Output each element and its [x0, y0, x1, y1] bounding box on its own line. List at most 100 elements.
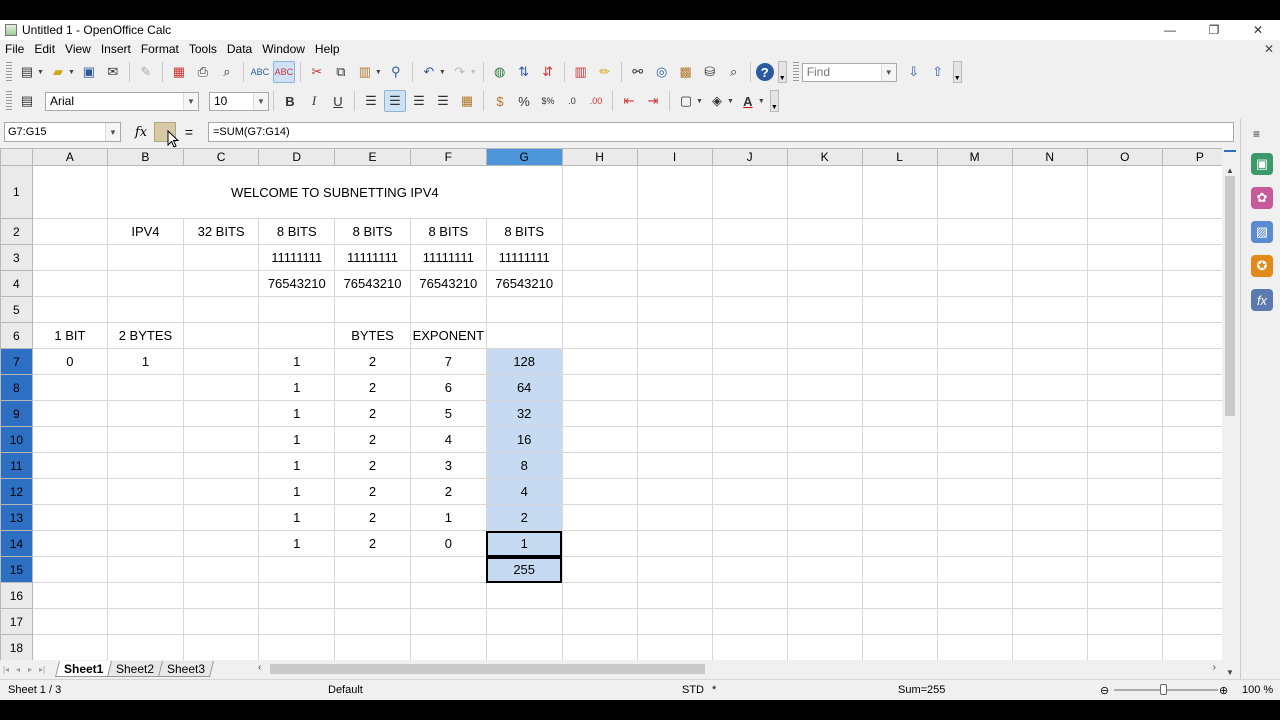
cell-c11[interactable]	[182, 452, 260, 479]
format-toolbar-options-icon[interactable]: ▼	[769, 90, 779, 112]
cell-l16[interactable]	[861, 582, 938, 609]
align-right-icon[interactable]: ☰	[408, 90, 430, 112]
cell-l3[interactable]	[861, 244, 938, 271]
chevron-down-icon[interactable]: ▼	[253, 92, 268, 110]
merge-cells-icon[interactable]: ▦	[456, 90, 478, 112]
background-color-icon[interactable]: ◈	[706, 90, 728, 112]
cell-k16[interactable]	[786, 582, 863, 609]
cell-b2[interactable]: IPV4	[107, 218, 184, 245]
cell-i6[interactable]	[636, 322, 713, 349]
cell-o5[interactable]	[1086, 296, 1163, 323]
cell-l12[interactable]	[861, 478, 938, 505]
cell-a16[interactable]	[31, 582, 109, 609]
cell-b18[interactable]	[107, 634, 184, 661]
copy-icon[interactable]: ⧉	[330, 61, 352, 83]
cell-k17[interactable]	[786, 608, 863, 635]
column-header-j[interactable]: J	[711, 148, 788, 166]
cell-g5[interactable]	[485, 296, 563, 323]
cell-i12[interactable]	[636, 478, 713, 505]
cell-o16[interactable]	[1086, 582, 1163, 609]
cell-k1[interactable]	[786, 165, 863, 219]
gallery-icon[interactable]: ▩	[675, 61, 697, 83]
cell-j11[interactable]	[711, 452, 788, 479]
add-decimal-icon[interactable]: .0	[561, 90, 583, 112]
styles-formatting-icon[interactable]: ▤	[16, 90, 38, 112]
cell-d9[interactable]: 1	[258, 400, 336, 427]
cell-g11[interactable]: 8	[485, 452, 563, 479]
scroll-down-icon[interactable]: ▼	[1222, 668, 1238, 678]
properties-icon[interactable]: ▣	[1251, 153, 1273, 175]
cell-n2[interactable]	[1011, 218, 1088, 245]
cell-l4[interactable]	[861, 270, 938, 297]
chevron-down-icon[interactable]: ▼	[183, 92, 198, 110]
percent-format-icon[interactable]: %	[513, 90, 535, 112]
bold-button[interactable]: B	[279, 90, 301, 112]
cell-o9[interactable]	[1086, 400, 1163, 427]
cell-j8[interactable]	[711, 374, 788, 401]
cell-h15[interactable]	[561, 556, 638, 583]
cell-c5[interactable]	[182, 296, 260, 323]
cell-a11[interactable]	[31, 452, 109, 479]
menu-data[interactable]: Data	[222, 42, 257, 56]
cell-f2[interactable]: 8 BITS	[409, 218, 487, 245]
currency-format-icon[interactable]: $	[489, 90, 511, 112]
formula-input[interactable]: =SUM(G7:G14)	[208, 122, 1234, 142]
find-next-icon[interactable]: ⇩	[903, 61, 925, 83]
cell-n3[interactable]	[1011, 244, 1088, 271]
cell-m11[interactable]	[936, 452, 1013, 479]
cell-m15[interactable]	[936, 556, 1013, 583]
cell-g17[interactable]	[485, 608, 563, 635]
italic-button[interactable]: I	[303, 90, 325, 112]
cell-n16[interactable]	[1011, 582, 1088, 609]
sort-descending-icon[interactable]: ⇵	[537, 61, 559, 83]
cell-o7[interactable]	[1086, 348, 1163, 375]
cell-d2[interactable]: 8 BITS	[258, 218, 336, 245]
cell-i3[interactable]	[636, 244, 713, 271]
cell-l5[interactable]	[861, 296, 938, 323]
last-sheet-icon[interactable]: ▸|	[36, 665, 48, 674]
data-sources-icon[interactable]: ⛁	[699, 61, 721, 83]
sum-display[interactable]: Sum=255	[898, 684, 945, 696]
column-header-l[interactable]: L	[861, 148, 938, 166]
cell-c7[interactable]	[182, 348, 260, 375]
cell-c16[interactable]	[182, 582, 260, 609]
cell-a12[interactable]	[31, 478, 109, 505]
cell-g7[interactable]: 128	[485, 348, 563, 375]
cell-g8[interactable]: 64	[485, 374, 563, 401]
cell-j9[interactable]	[711, 400, 788, 427]
cell-b17[interactable]	[107, 608, 184, 635]
navigator-sidebar-icon[interactable]: ✪	[1251, 255, 1273, 277]
cell-h6[interactable]	[561, 322, 638, 349]
cell-o11[interactable]	[1086, 452, 1163, 479]
find-previous-icon[interactable]: ⇧	[927, 61, 949, 83]
menu-view[interactable]: View	[60, 42, 96, 56]
cell-o10[interactable]	[1086, 426, 1163, 453]
cell-f16[interactable]	[409, 582, 487, 609]
cell-n12[interactable]	[1011, 478, 1088, 505]
cell-f8[interactable]: 6	[409, 374, 487, 401]
cell-j14[interactable]	[711, 530, 788, 557]
cell-d7[interactable]: 1	[258, 348, 336, 375]
cell-d5[interactable]	[258, 296, 336, 323]
menu-window[interactable]: Window	[257, 42, 310, 56]
increase-indent-icon[interactable]: ⇥	[642, 90, 664, 112]
next-sheet-icon[interactable]: ▸	[24, 665, 36, 674]
zoom-in-icon[interactable]: ⊕	[1219, 684, 1228, 697]
cell-f10[interactable]: 4	[409, 426, 487, 453]
horizontal-scroll-thumb[interactable]	[270, 664, 705, 674]
selection-mode[interactable]: STD	[682, 684, 704, 696]
edit-file-icon[interactable]: ✎	[135, 61, 157, 83]
cell-k4[interactable]	[786, 270, 863, 297]
cell-n17[interactable]	[1011, 608, 1088, 635]
cell-l15[interactable]	[861, 556, 938, 583]
close-button[interactable]: ✕	[1236, 20, 1280, 40]
cell-h18[interactable]	[561, 634, 638, 661]
cell-i2[interactable]	[636, 218, 713, 245]
cell-j18[interactable]	[711, 634, 788, 661]
first-sheet-icon[interactable]: |◂	[0, 665, 12, 674]
cell-m14[interactable]	[936, 530, 1013, 557]
page-preview-icon[interactable]: ⌕	[216, 61, 238, 83]
tab-sheet1[interactable]: Sheet1	[55, 661, 113, 677]
cell-j6[interactable]	[711, 322, 788, 349]
page-style[interactable]: Default	[328, 684, 363, 696]
